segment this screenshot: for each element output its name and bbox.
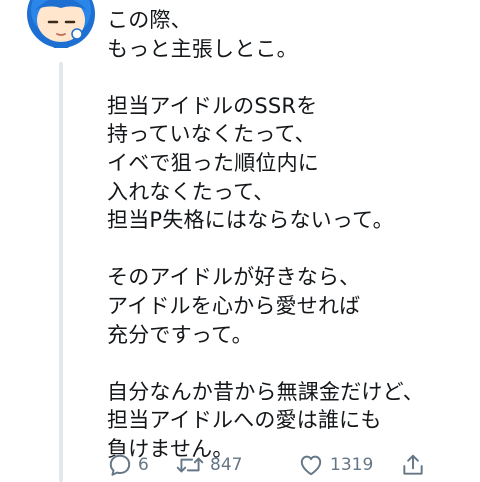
tweet-line: 担当アイドルへの愛は誰にも xyxy=(107,408,382,433)
tweet-line: 自分なんか昔から無課金だけど、 xyxy=(107,379,424,404)
tweet-line: 充分ですって。 xyxy=(107,322,253,347)
reply-count: 6 xyxy=(138,455,149,475)
tweet-line: 担当P失格にはならないって。 xyxy=(107,208,394,233)
avatar[interactable] xyxy=(25,0,97,50)
share-button[interactable] xyxy=(400,450,426,480)
tweet-line: アイドルを心から愛せれば xyxy=(107,293,361,318)
heart-icon xyxy=(300,455,322,476)
tweet-text: この際、 もっと主張しとこ。 担当アイドルのSSRを 持っていなくたって、 イベ… xyxy=(107,6,467,464)
reply-button[interactable]: 6 xyxy=(107,450,149,480)
reply-icon xyxy=(109,454,131,476)
tweet-line: そのアイドルが好きなら、 xyxy=(107,265,361,290)
tweet-line: 入れなくたって、 xyxy=(107,179,275,204)
tweet-line: 担当アイドルのSSRを xyxy=(107,93,318,118)
tweet-actions: 6 847 1319 xyxy=(107,450,427,480)
tweet-line: 持っていなくたって、 xyxy=(107,122,316,147)
like-button[interactable]: 1319 xyxy=(297,450,373,480)
character-avatar-icon xyxy=(27,0,95,48)
like-count: 1319 xyxy=(330,455,374,475)
retweet-count: 847 xyxy=(210,455,243,475)
tweet-line: イベで狙った順位内に xyxy=(107,150,319,175)
share-icon xyxy=(403,454,423,475)
tweet-line: もっと主張しとこ。 xyxy=(107,36,298,61)
retweet-button[interactable]: 847 xyxy=(175,450,242,480)
tweet-line: この際、 xyxy=(107,8,192,32)
retweet-icon xyxy=(176,457,204,473)
thread-line xyxy=(59,62,63,482)
